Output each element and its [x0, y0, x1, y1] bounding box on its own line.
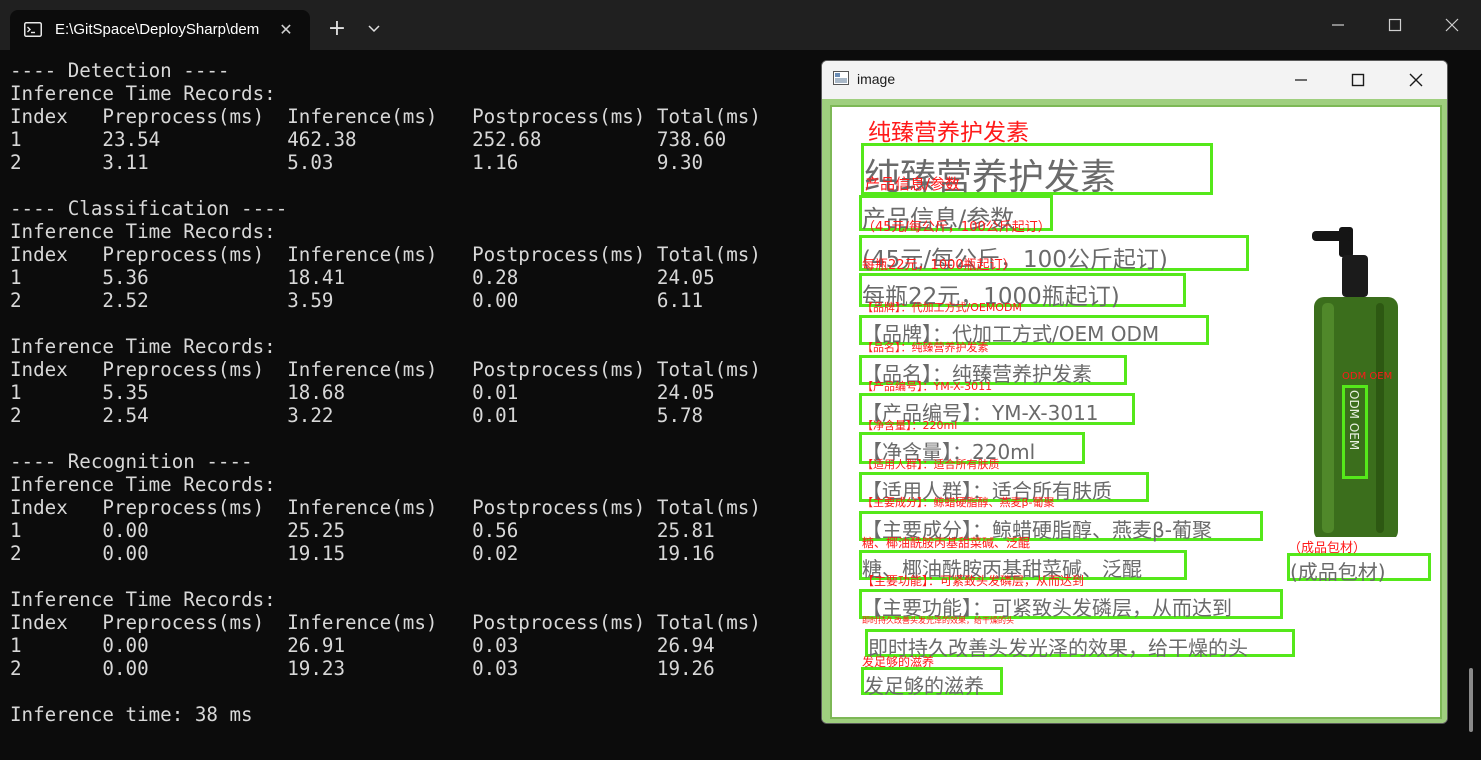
terminal-line: Inference Time Records: [10, 335, 276, 358]
maximize-icon[interactable] [1347, 69, 1369, 91]
recognized-text: 【品名】：纯臻营养护发素 [862, 341, 989, 354]
recognized-text: 产品信息/参数 [865, 175, 961, 193]
terminal-line: Index Preprocess(ms) Inference(ms) Postp… [10, 358, 761, 381]
plus-icon[interactable]: + [326, 18, 348, 40]
minimize-icon[interactable] [1325, 12, 1351, 38]
terminal-line: ---- Detection ---- [10, 59, 230, 82]
recognized-text: 【净含量】：220ml [862, 419, 958, 432]
terminal-line: 2 3.11 5.03 1.16 9.30 [10, 151, 704, 174]
recognized-text: 【适用人群】：适合所有肤质 [862, 458, 1000, 471]
terminal-line: 2 0.00 19.23 0.03 19.26 [10, 657, 715, 680]
detection-box: (成品包材) [1287, 553, 1431, 584]
terminal-icon [24, 22, 42, 37]
recognized-text: 【品牌】：代加工方式/OEMODM [862, 301, 1022, 314]
terminal-line: ---- Classification ---- [10, 197, 288, 220]
recognized-text: 糖、椰油酰胺丙基甜菜碱、泛醌 [862, 536, 1031, 550]
image-text: (成品包材) [1290, 560, 1386, 584]
image-icon [833, 71, 849, 85]
recognized-text: 【主要功能】：可紧致头发磷层，从而达到 [862, 574, 1085, 588]
terminal-line: 1 23.54 462.38 252.68 738.60 [10, 128, 727, 151]
terminal-line: Inference Time Records: [10, 473, 276, 496]
image-window-titlebar[interactable]: image [822, 61, 1447, 99]
terminal-line: ---- Recognition ---- [10, 450, 253, 473]
maximize-icon[interactable] [1382, 12, 1408, 38]
detection-box: 发足够的滋养 [861, 667, 1003, 698]
image-window-title: image [857, 71, 896, 87]
image-text: ODM OEM [1347, 390, 1361, 451]
product-bottle [1312, 227, 1398, 537]
recognized-text: （45元/每公斤，100公斤起订） [862, 220, 1051, 235]
terminal-line: 1 0.00 25.25 0.56 25.81 [10, 519, 715, 542]
recognized-text: 【主要成分】：鲸蜡硬脂醇、燕麦β-葡聚 [862, 496, 1055, 509]
ocr-result-image: 纯臻营养护发素 纯臻营养护发素 产品信息/参数 产品信息/参数 (45元/每公斤，100… [830, 105, 1442, 719]
terminal-line: 1 0.00 26.91 0.03 26.94 [10, 634, 715, 657]
recognized-text: 即时持久改善头发光泽的效果，给干燥的头 [862, 616, 1014, 625]
recognized-text: 发足够的滋养 [862, 655, 935, 669]
terminal-line: Index Preprocess(ms) Inference(ms) Postp… [10, 105, 761, 128]
terminal-line: Inference time: 38 ms [10, 703, 253, 726]
chevron-down-icon[interactable] [364, 18, 384, 38]
image-window: image 纯臻营养护发素 纯臻营养护发素 产品信息/参数 产品信息/参数 (45元/每… [821, 60, 1448, 724]
image-frame: 纯臻营养护发素 纯臻营养护发素 产品信息/参数 产品信息/参数 (45元/每公斤，100… [822, 99, 1447, 723]
recognized-text: ODM OEM [1342, 371, 1393, 382]
terminal-scrollbar[interactable] [1469, 668, 1473, 732]
terminal-line: Inference Time Records: [10, 82, 276, 105]
terminal-tab[interactable]: E:\GitSpace\DeploySharp\dem ✕ [10, 10, 310, 50]
window-close-icon[interactable] [1439, 12, 1465, 38]
terminal-line: Inference Time Records: [10, 588, 276, 611]
terminal-line: 2 2.52 3.59 0.00 6.11 [10, 289, 704, 312]
tab-title: E:\GitSpace\DeploySharp\dem [55, 21, 260, 38]
terminal-line: Index Preprocess(ms) Inference(ms) Postp… [10, 611, 761, 634]
recognized-text: 【产品编号】：YM-X-3011 [862, 380, 993, 393]
terminal-line: Index Preprocess(ms) Inference(ms) Postp… [10, 243, 761, 266]
terminal-output[interactable]: ---- Detection ---- Inference Time Record… [10, 59, 810, 726]
terminal-titlebar: E:\GitSpace\DeploySharp\dem ✕ + [0, 0, 1481, 50]
recognized-text: 纯臻营养护发素 [868, 120, 1029, 146]
terminal-line: 1 5.36 18.41 0.28 24.05 [10, 266, 715, 289]
detection-box: ODM OEM [1342, 385, 1368, 479]
terminal-line: 2 2.54 3.22 0.01 5.78 [10, 404, 704, 427]
minimize-icon[interactable] [1290, 69, 1312, 91]
recognized-text: 每瓶22元，1000瓶起订） [862, 258, 1016, 273]
terminal-line: 1 5.35 18.68 0.01 24.05 [10, 381, 715, 404]
terminal-line: Inference Time Records: [10, 220, 276, 243]
recognized-text: （成品包材） [1288, 541, 1367, 556]
close-icon[interactable] [1405, 69, 1427, 91]
image-text: 发足够的滋养 [864, 674, 984, 698]
terminal-line: 2 0.00 19.15 0.02 19.16 [10, 542, 715, 565]
close-icon[interactable]: ✕ [276, 20, 296, 40]
terminal-line: Index Preprocess(ms) Inference(ms) Postp… [10, 496, 761, 519]
